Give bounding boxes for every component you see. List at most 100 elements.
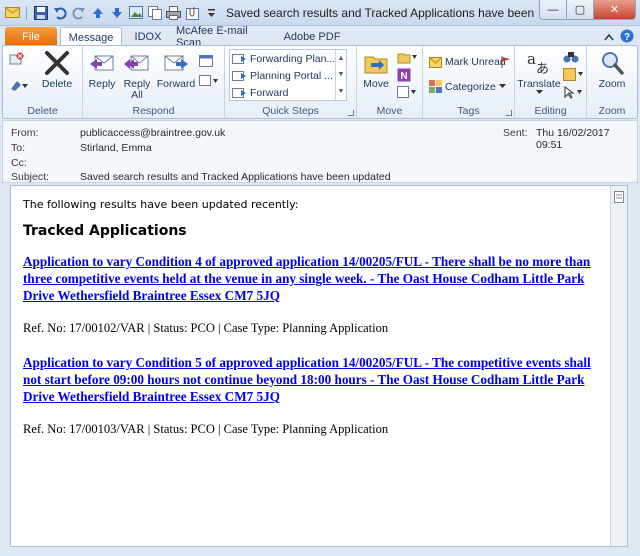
magnifier-icon (597, 49, 627, 77)
quick-step-label: Forward (250, 87, 289, 99)
quick-step-label: Planning Portal ... (250, 70, 333, 82)
forward-email-icon (232, 71, 246, 81)
picture-icon[interactable] (127, 4, 144, 21)
quick-steps-group: Forwarding Plan... Planning Portal ... F… (225, 46, 357, 118)
from-value[interactable]: publicaccess@braintree.gov.uk (80, 127, 225, 139)
to-value[interactable]: Stirland, Emma (80, 142, 152, 154)
translate-icon: aあ (524, 49, 554, 77)
tab-idox[interactable]: IDOX (128, 27, 168, 46)
down-arrow-icon[interactable] (108, 4, 125, 21)
save-icon[interactable] (32, 4, 49, 21)
actions-icon (397, 86, 416, 98)
find-button[interactable] (563, 50, 579, 64)
reply-all-button[interactable]: Reply All (121, 49, 153, 101)
move-folder-icon (361, 49, 391, 77)
application-link[interactable]: Application to vary Condition 5 of appro… (23, 354, 608, 405)
meeting-button[interactable] (199, 54, 213, 67)
attach-icon[interactable] (184, 4, 201, 21)
editing-group-label: Editing (534, 105, 567, 117)
delete-label: Delete (41, 78, 73, 90)
quick-step-planning-portal[interactable]: Planning Portal ... (232, 68, 336, 84)
from-label: From: (11, 127, 39, 139)
vertical-scrollbar[interactable] (610, 186, 627, 546)
delete-button[interactable]: Delete (37, 49, 77, 90)
tab-row-icons: ? (604, 29, 634, 46)
undo-icon[interactable] (51, 4, 68, 21)
categorize-button[interactable]: Categorize (429, 80, 506, 93)
application-link[interactable]: Application to vary Condition 4 of appro… (23, 253, 608, 304)
minimize-button[interactable]: — (539, 0, 567, 20)
flag-icon (501, 56, 510, 68)
quick-access-toolbar (4, 4, 220, 22)
related-button[interactable] (563, 68, 585, 81)
help-icon[interactable]: ? (620, 29, 634, 46)
maximize-button[interactable]: ▢ (566, 0, 594, 20)
ribbon: Delete Delete Reply Reply All Forward Re… (2, 45, 638, 119)
tab-message[interactable]: Message (60, 27, 122, 47)
customize-quick-access-icon[interactable] (203, 4, 220, 21)
scroll-up-icon[interactable] (613, 190, 625, 203)
ignore-icon (9, 52, 24, 65)
chevron-down-icon (535, 90, 543, 94)
outlook-icon[interactable] (4, 4, 21, 21)
sent-value: Thu 16/02/2017 09:51 (536, 127, 610, 151)
close-button[interactable]: ✕ (593, 0, 636, 20)
more-respond-button[interactable] (199, 74, 219, 87)
copy-icon[interactable] (146, 4, 163, 21)
zoom-button[interactable]: Zoom (591, 49, 633, 90)
quick-steps-group-label: Quick Steps (262, 105, 319, 117)
mark-unread-icon (429, 57, 442, 68)
mark-unread-button[interactable]: Mark Unread (429, 56, 506, 68)
translate-label: Translate (517, 78, 561, 90)
subject-label: Subject: (11, 171, 49, 183)
message-body: The following results have been updated … (10, 185, 628, 547)
move-label: Move (363, 78, 389, 90)
tab-mcafee-email-scan[interactable]: McAfee E-mail Scan (176, 25, 272, 49)
quick-step-forward[interactable]: Forward (232, 85, 336, 101)
title-bar: Saved search results and Tracked Applica… (0, 0, 640, 26)
redo-icon[interactable] (70, 4, 87, 21)
rules-icon (397, 53, 417, 64)
forward-button[interactable]: Forward (155, 49, 197, 90)
quick-step-label: Forwarding Plan... (250, 53, 336, 65)
cc-label: Cc: (11, 157, 27, 169)
actions-button[interactable] (397, 86, 417, 98)
window-title: Saved search results and Tracked Applica… (226, 6, 536, 20)
ignore-button[interactable] (9, 52, 25, 66)
quick-step-forwarding-plan[interactable]: Forwarding Plan... (232, 51, 336, 67)
translate-button[interactable]: aあ Translate (517, 49, 561, 95)
tab-adobe-pdf[interactable]: Adobe PDF (280, 27, 344, 46)
onenote-button[interactable]: N (397, 68, 411, 82)
follow-up-button[interactable] (501, 56, 511, 68)
zoom-group-label: Zoom (598, 105, 626, 117)
scroll-up-icon[interactable]: ▲ (338, 55, 345, 62)
to-label: To: (11, 142, 26, 154)
select-button[interactable] (563, 86, 585, 99)
quick-steps-scroll[interactable]: ▲ ▼ ▼ (335, 50, 346, 100)
intro-text: The following results have been updated … (23, 198, 299, 211)
reply-all-label-line2: All (131, 89, 143, 101)
tags-group-label: Tags (457, 105, 480, 117)
categorize-icon (429, 80, 442, 93)
svg-text:N: N (400, 71, 407, 82)
collapse-ribbon-icon[interactable] (604, 32, 614, 44)
forward-email-icon (232, 54, 246, 64)
expand-gallery-icon[interactable]: ▼ (338, 88, 345, 95)
move-group-label: Move (376, 105, 403, 117)
categorize-label: Categorize (445, 80, 496, 93)
scroll-down-icon[interactable]: ▼ (338, 71, 345, 78)
up-arrow-icon[interactable] (89, 4, 106, 21)
related-icon (563, 68, 583, 81)
move-group: Move N Move (357, 46, 423, 118)
reply-button[interactable]: Reply (85, 49, 119, 90)
rules-button[interactable] (397, 50, 417, 64)
section-heading: Tracked Applications (23, 223, 187, 239)
cleanup-button[interactable] (9, 79, 29, 91)
move-button[interactable]: Move (359, 49, 393, 90)
more-icon (199, 75, 218, 86)
svg-text:a: a (527, 50, 536, 68)
tab-file[interactable]: File (5, 27, 57, 46)
delete-group-label: Delete (27, 105, 58, 117)
forward-icon (161, 49, 191, 77)
print-icon[interactable] (165, 4, 182, 21)
